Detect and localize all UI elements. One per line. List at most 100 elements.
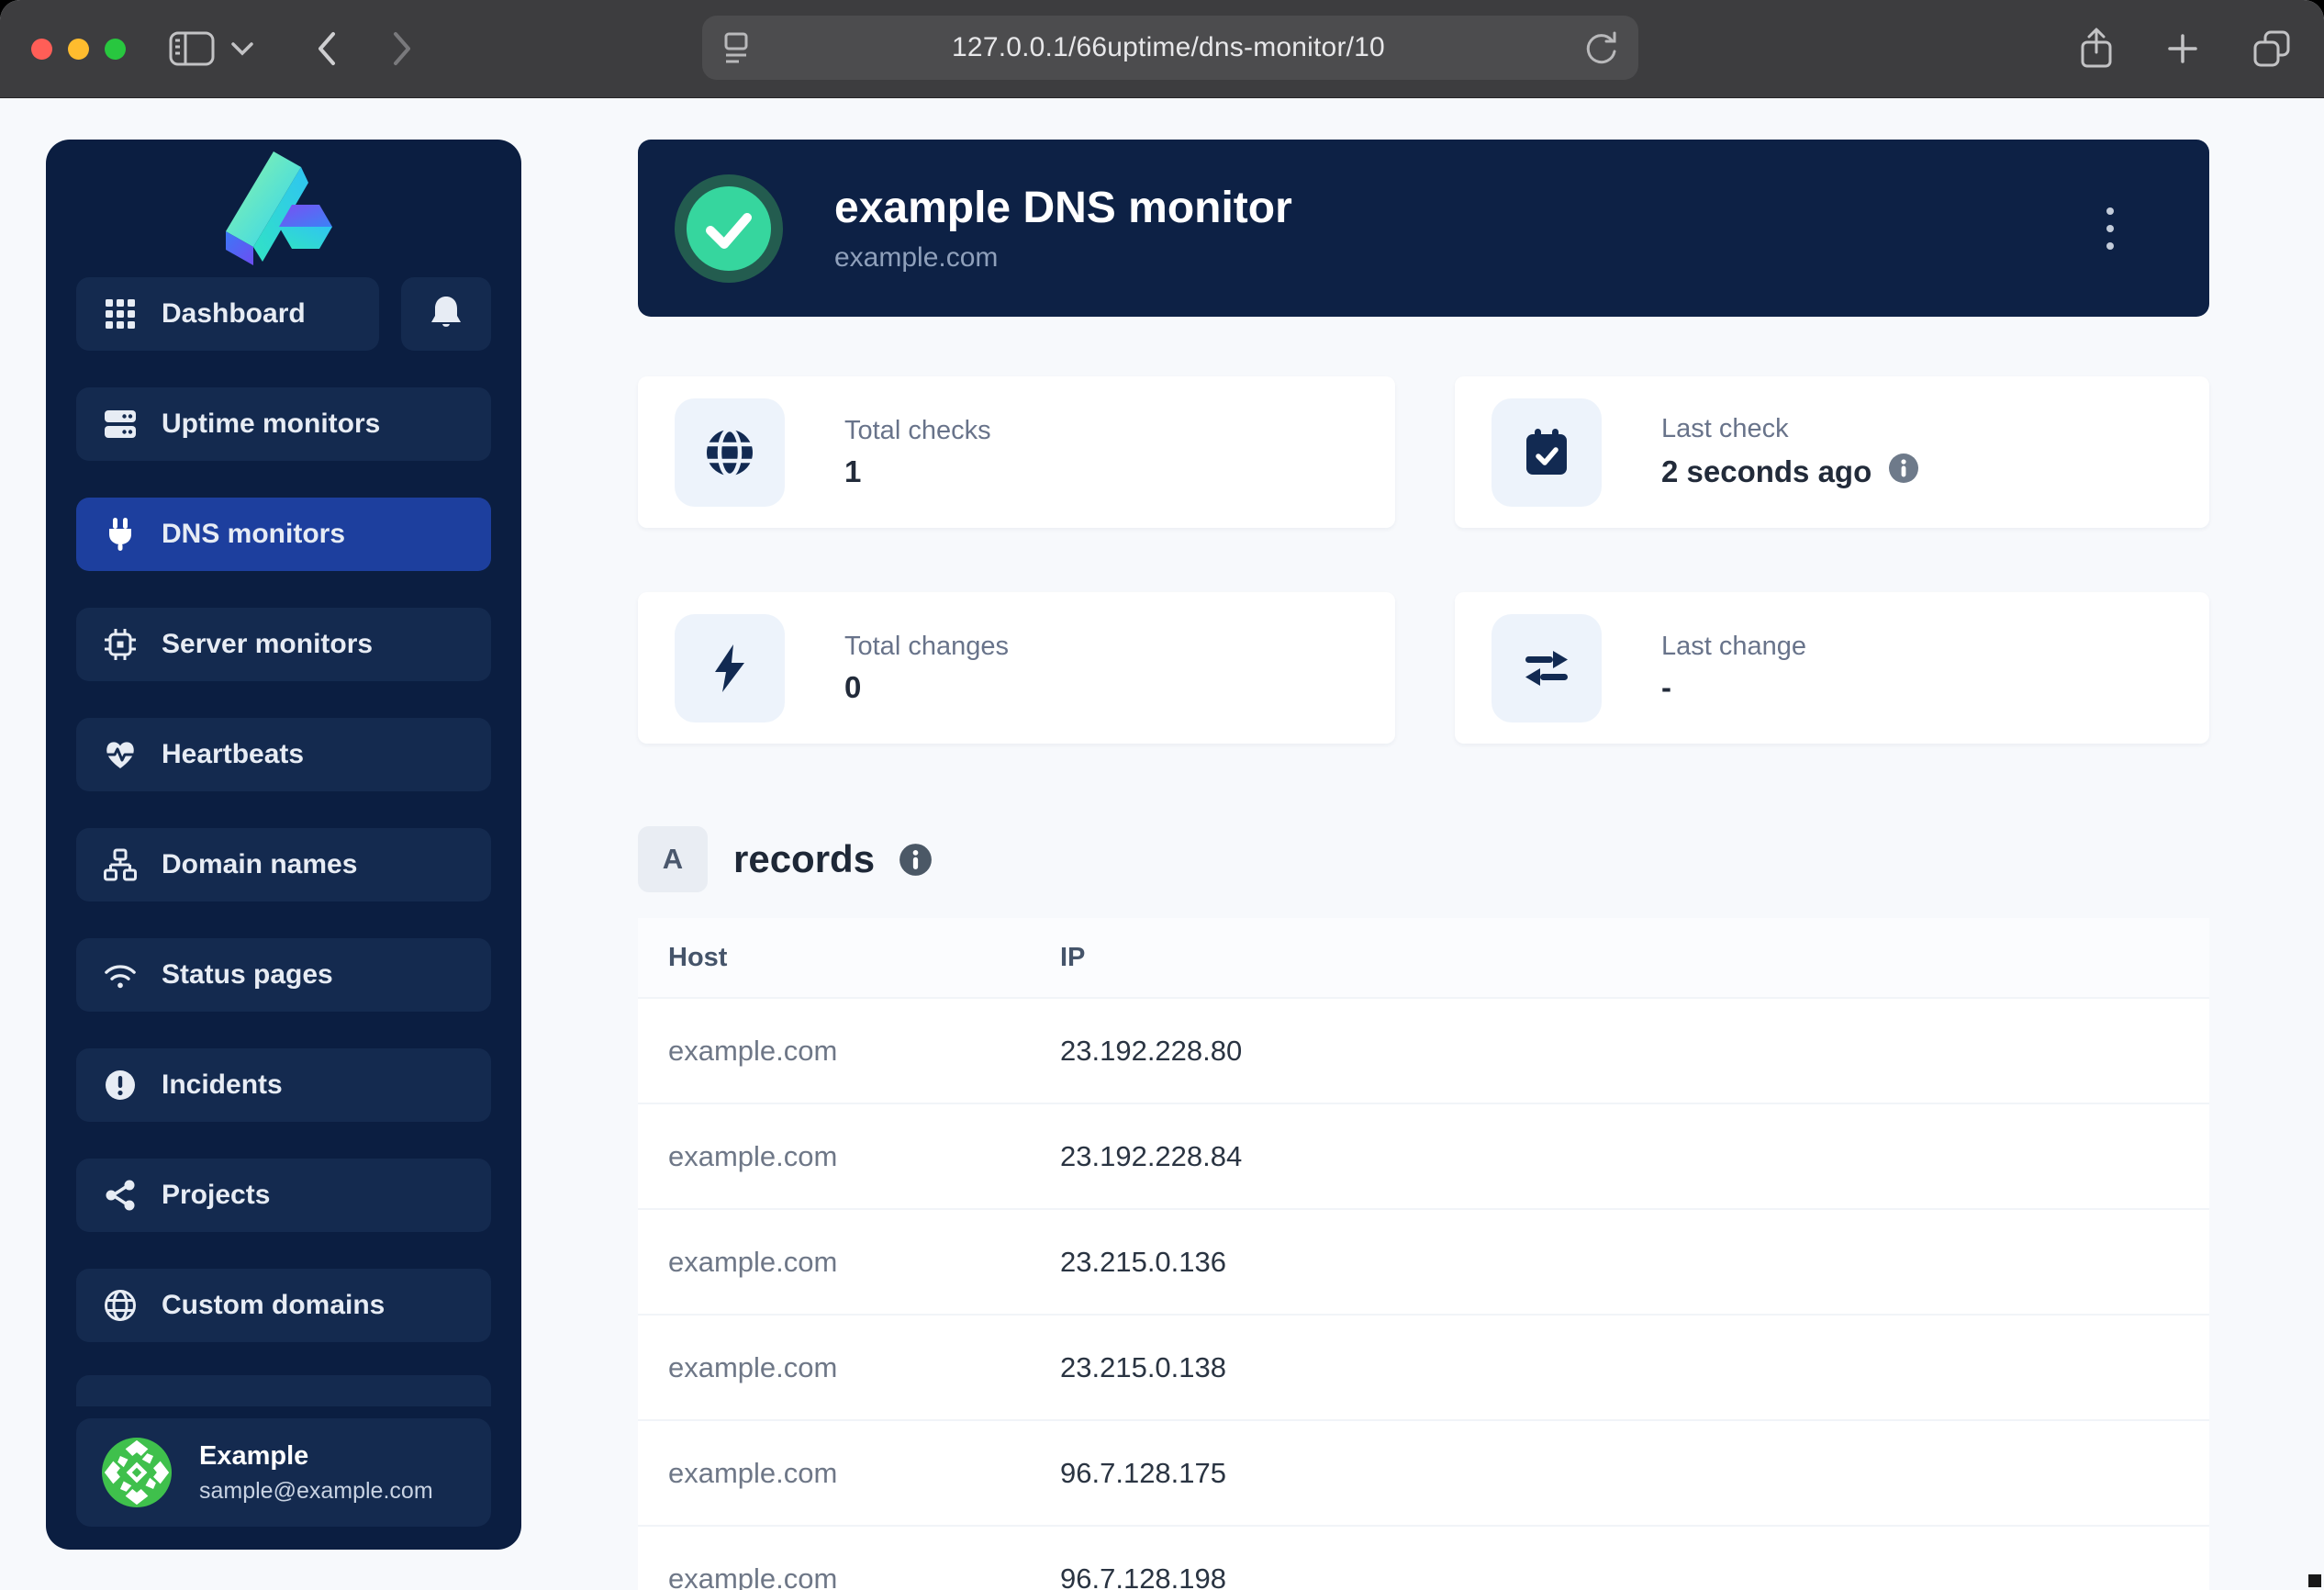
info-icon[interactable]	[1888, 453, 1919, 491]
sidebar-item-partial	[76, 1375, 491, 1406]
stat-card-total-checks: Total checks 1	[638, 376, 1395, 528]
sidebar-item-label: Status pages	[162, 959, 333, 991]
alert-circle-icon	[104, 1069, 137, 1102]
stat-label: Last change	[1661, 632, 1806, 662]
sidebar-item-status-pages[interactable]: Status pages	[76, 938, 491, 1012]
sidebar-item-label: Projects	[162, 1180, 270, 1211]
notifications-button[interactable]	[401, 277, 491, 351]
address-bar[interactable]: 127.0.0.1/66uptime/dns-monitor/10	[702, 16, 1638, 80]
table-header-row: Host IP	[638, 918, 2209, 997]
host-cell: example.com	[638, 1246, 1060, 1279]
bell-icon	[430, 295, 462, 334]
stat-value: 2 seconds ago	[1661, 454, 1871, 489]
browser-toolbar-right	[2078, 0, 2293, 97]
table-row: example.com 96.7.128.175	[638, 1419, 2209, 1525]
close-window-button[interactable]	[31, 39, 52, 60]
table-row: example.com 96.7.128.198	[638, 1525, 2209, 1590]
chevron-down-icon[interactable]	[230, 41, 254, 56]
stats-grid: Total checks 1 Last check 2 seco	[638, 376, 2209, 744]
plug-icon	[104, 518, 137, 551]
stat-value: 0	[844, 670, 861, 705]
main-content: example DNS monitor example.com Total ch…	[638, 140, 2209, 1590]
swap-arrows-icon	[1492, 614, 1602, 722]
window-controls	[31, 39, 126, 60]
table-row: example.com 23.192.228.80	[638, 997, 2209, 1103]
sidebar-item-label: Domain names	[162, 849, 357, 880]
ip-cell: 23.215.0.136	[1060, 1246, 2209, 1279]
ip-cell: 96.7.128.198	[1060, 1562, 2209, 1590]
status-up-icon	[675, 174, 783, 283]
records-title: records	[733, 837, 875, 881]
browser-chrome: 127.0.0.1/66uptime/dns-monitor/10	[0, 0, 2324, 98]
more-options-button[interactable]	[2106, 207, 2114, 250]
sidebar-item-projects[interactable]: Projects	[76, 1159, 491, 1232]
sidebar-item-incidents[interactable]: Incidents	[76, 1048, 491, 1122]
reload-icon[interactable]	[1583, 29, 1618, 66]
host-cell: example.com	[638, 1035, 1060, 1068]
stat-label: Total changes	[844, 632, 1009, 662]
page-title: example DNS monitor	[834, 183, 1292, 233]
sidebar-toggle-icon[interactable]	[168, 29, 216, 68]
share-nodes-icon	[104, 1179, 137, 1212]
sidebar-item-dns-monitors[interactable]: DNS monitors	[76, 498, 491, 571]
user-menu[interactable]: Example sample@example.com	[76, 1418, 491, 1527]
sidebar-item-label: Uptime monitors	[162, 409, 380, 440]
tab-overview-icon[interactable]	[2251, 28, 2293, 70]
sidebar-item-label: Dashboard	[162, 298, 306, 330]
column-header-host: Host	[638, 943, 1060, 973]
stat-card-total-changes: Total changes 0	[638, 592, 1395, 744]
user-email: sample@example.com	[199, 1478, 433, 1505]
dashboard-row: Dashboard	[76, 277, 491, 351]
avatar	[102, 1438, 172, 1507]
calendar-check-icon	[1492, 398, 1602, 507]
user-name: Example	[199, 1441, 433, 1472]
globe-icon	[675, 398, 785, 507]
app-logo[interactable]	[76, 140, 491, 277]
records-table: Host IP example.com 23.192.228.80 exampl…	[638, 918, 2209, 1590]
forward-button[interactable]	[390, 29, 414, 68]
sidebar-item-custom-domains[interactable]: Custom domains	[76, 1269, 491, 1342]
screenshot-artifact	[2308, 1574, 2321, 1587]
stat-label: Last check	[1661, 414, 1919, 444]
ip-cell: 23.192.228.84	[1060, 1140, 2209, 1173]
info-icon[interactable]	[899, 843, 933, 877]
monitor-header-card: example DNS monitor example.com	[638, 140, 2209, 317]
host-cell: example.com	[638, 1457, 1060, 1490]
share-icon[interactable]	[2078, 27, 2115, 71]
back-button[interactable]	[315, 29, 339, 68]
record-type-badge: A	[638, 826, 708, 892]
stat-card-last-change: Last change -	[1455, 592, 2209, 744]
grid-icon	[104, 297, 137, 330]
url-text[interactable]: 127.0.0.1/66uptime/dns-monitor/10	[754, 32, 1583, 63]
stat-card-last-check: Last check 2 seconds ago	[1455, 376, 2209, 528]
bolt-icon	[675, 614, 785, 722]
sidebar: Dashboard Uptime mon	[46, 140, 521, 1550]
sidebar-item-server-monitors[interactable]: Server monitors	[76, 608, 491, 681]
heart-pulse-icon	[104, 738, 137, 771]
sidebar-item-label: Incidents	[162, 1069, 283, 1101]
minimize-window-button[interactable]	[68, 39, 89, 60]
stat-value: -	[1661, 670, 1671, 705]
table-row: example.com 23.215.0.136	[638, 1208, 2209, 1314]
zoom-window-button[interactable]	[105, 39, 126, 60]
sidebar-item-uptime-monitors[interactable]: Uptime monitors	[76, 387, 491, 461]
table-row: example.com 23.215.0.138	[638, 1314, 2209, 1419]
sidebar-item-label: Server monitors	[162, 629, 373, 660]
sidebar-item-dashboard[interactable]: Dashboard	[76, 277, 379, 351]
sidebar-item-label: Heartbeats	[162, 739, 304, 770]
host-cell: example.com	[638, 1562, 1060, 1590]
server-stack-icon	[104, 408, 137, 441]
cpu-icon	[104, 628, 137, 661]
stat-value: 1	[844, 454, 861, 489]
stat-label: Total checks	[844, 416, 991, 446]
sidebar-item-domain-names[interactable]: Domain names	[76, 828, 491, 901]
ip-cell: 96.7.128.175	[1060, 1457, 2209, 1490]
records-section-header: A records	[638, 826, 2209, 892]
sitemap-icon	[104, 848, 137, 881]
host-cell: example.com	[638, 1351, 1060, 1384]
new-tab-icon[interactable]	[2164, 30, 2201, 67]
sidebar-item-label: DNS monitors	[162, 519, 345, 550]
sidebar-item-heartbeats[interactable]: Heartbeats	[76, 718, 491, 791]
page-settings-icon[interactable]	[722, 30, 754, 65]
monitor-host: example.com	[834, 242, 1292, 274]
